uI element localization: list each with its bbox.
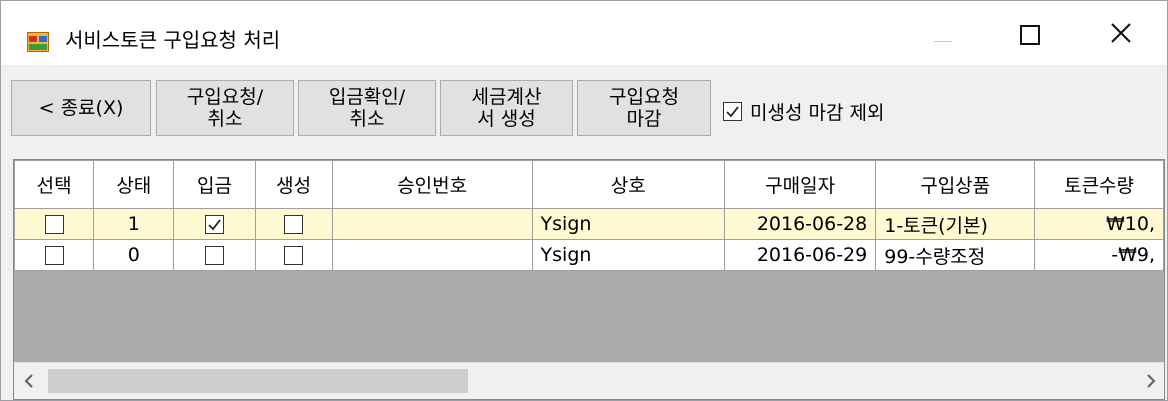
table-row[interactable]: 1 Ysign 2016-06-28 1-토큰(기본) ₩10,	[14, 208, 1164, 240]
grid-table: 선택 상태 입금 생성 승인번호 상호 구매일자 구입상품 토큰수량 1 Ysi…	[14, 160, 1164, 271]
close-window-button[interactable]	[1080, 1, 1167, 65]
col-header-select[interactable]: 선택	[14, 160, 95, 209]
created-cell[interactable]	[254, 208, 333, 240]
checkbox-unchecked-icon[interactable]	[204, 246, 224, 265]
grid-header-row: 선택 상태 입금 생성 승인번호 상호 구매일자 구입상품 토큰수량	[14, 160, 1164, 209]
col-header-status[interactable]: 상태	[93, 160, 175, 209]
maximize-icon	[1020, 25, 1040, 45]
request-grid[interactable]: 선택 상태 입금 생성 승인번호 상호 구매일자 구입상품 토큰수량 1 Ysi…	[13, 159, 1165, 400]
close-icon	[1111, 23, 1131, 43]
col-header-purchase-date[interactable]: 구매일자	[723, 160, 877, 209]
button-label-line2: 취소	[207, 108, 243, 130]
approval-cell	[331, 208, 533, 240]
chevron-right-icon[interactable]	[1144, 372, 1158, 390]
approval-cell	[331, 239, 533, 271]
company-cell: Ysign	[531, 208, 725, 240]
minimize-icon	[934, 41, 952, 42]
col-header-company[interactable]: 상호	[531, 160, 725, 209]
scrollbar-thumb[interactable]	[48, 369, 468, 393]
select-cell[interactable]	[14, 239, 95, 271]
status-cell: 1	[93, 208, 175, 240]
deposit-cell[interactable]	[173, 208, 256, 240]
chevron-left-icon[interactable]	[22, 372, 36, 390]
checkbox-checked-icon[interactable]	[723, 102, 742, 121]
select-cell[interactable]	[14, 208, 95, 240]
product-cell: 99-수량조정	[875, 239, 1036, 271]
window-title: 서비스토큰 구입요청 처리	[65, 28, 281, 52]
checkbox-unchecked-icon[interactable]	[44, 215, 64, 234]
button-label-line1: 입금확인/	[328, 86, 406, 108]
product-cell: 1-토큰(기본)	[875, 208, 1036, 240]
col-header-created[interactable]: 생성	[254, 160, 333, 209]
date-cell: 2016-06-29	[723, 239, 877, 271]
exit-button-label: < 종료(X)	[38, 97, 124, 119]
button-label-line1: 구입요청	[609, 86, 679, 108]
checkbox-checked-icon[interactable]	[204, 215, 224, 234]
exclude-unissued-deadline-checkbox[interactable]: 미생성 마감 제외	[723, 98, 884, 125]
exclude-checkbox-label: 미생성 마감 제외	[750, 102, 885, 124]
maximize-button[interactable]	[988, 1, 1080, 65]
col-header-deposit[interactable]: 입금	[173, 160, 256, 209]
col-header-token-qty[interactable]: 토큰수량	[1034, 160, 1164, 209]
button-label-line2: 서 생성	[477, 108, 536, 130]
button-label-line2: 마감	[626, 108, 662, 130]
created-cell[interactable]	[254, 239, 333, 271]
date-cell: 2016-06-28	[723, 208, 877, 240]
form-window-icon	[27, 32, 49, 52]
button-label-line1: 구입요청/	[186, 86, 264, 108]
qty-cell: -₩9,	[1034, 239, 1164, 271]
horizontal-scrollbar[interactable]	[14, 362, 1164, 399]
qty-cell: ₩10,	[1034, 208, 1164, 240]
col-header-product[interactable]: 구입상품	[875, 160, 1036, 209]
checkbox-unchecked-icon[interactable]	[284, 246, 304, 265]
button-label-line1: 세금계산	[471, 86, 542, 108]
status-cell: 0	[93, 239, 175, 271]
minimize-button[interactable]	[895, 1, 987, 65]
checkbox-unchecked-icon[interactable]	[284, 215, 304, 234]
button-label-line2: 취소	[349, 108, 385, 130]
table-row[interactable]: 0 Ysign 2016-06-29 99-수량조정 -₩9,	[14, 239, 1164, 271]
company-cell: Ysign	[531, 239, 725, 271]
title-bar[interactable]: 서비스토큰 구입요청 처리	[1, 1, 1167, 65]
purchase-request-deadline-button[interactable]: 구입요청 마감	[577, 80, 711, 136]
deposit-confirm-cancel-button[interactable]: 입금확인/ 취소	[298, 80, 436, 136]
deposit-cell[interactable]	[173, 239, 256, 271]
purchase-request-cancel-button[interactable]: 구입요청/ 취소	[156, 80, 294, 136]
checkbox-unchecked-icon[interactable]	[44, 246, 64, 265]
app-window: 서비스토큰 구입요청 처리 < 종료(X) 구입요청/ 취소 입금확인/ 취소 …	[0, 0, 1168, 401]
toolbar: < 종료(X) 구입요청/ 취소 입금확인/ 취소 세금계산 서 생성 구입요청…	[1, 65, 1167, 149]
col-header-approval-number[interactable]: 승인번호	[331, 160, 533, 209]
exit-button[interactable]: < 종료(X)	[11, 80, 151, 136]
tax-invoice-create-button[interactable]: 세금계산 서 생성	[440, 80, 573, 136]
